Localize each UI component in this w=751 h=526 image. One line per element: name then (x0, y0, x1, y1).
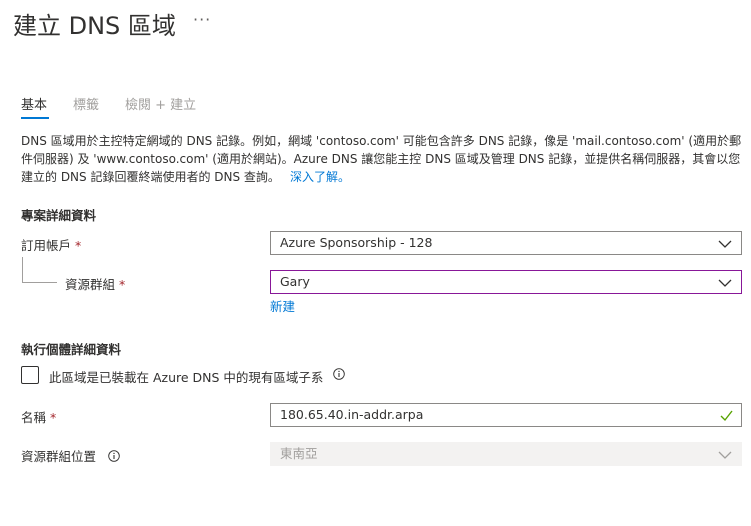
resource-group-dropdown[interactable]: Gary (270, 270, 742, 294)
location-dropdown: 東南亞 (270, 442, 742, 466)
description-text: DNS 區域用於主控特定網域的 DNS 記錄。例如，網域 'contoso.co… (21, 134, 742, 184)
name-input[interactable]: 180.65.40.in-addr.arpa (270, 403, 742, 427)
more-options-icon[interactable]: ··· (193, 10, 211, 29)
chevron-down-icon (718, 451, 732, 459)
create-new-resource-group-link[interactable]: 新建 (270, 296, 295, 315)
active-tab-indicator (21, 117, 49, 119)
subscription-label-text: 訂用帳戶 (21, 238, 72, 253)
location-label: 資源群組位置 (21, 446, 120, 465)
project-details-heading: 專案詳細資料 (21, 208, 97, 223)
learn-more-link[interactable]: 深入了解。 (290, 170, 350, 184)
child-zone-label: 此區域是已裝載在 Azure DNS 中的現有區域子系 (49, 370, 324, 385)
subscription-label: 訂用帳戶 * (21, 235, 81, 254)
location-value: 東南亞 (280, 446, 318, 461)
required-marker: * (75, 238, 82, 253)
required-marker: * (50, 410, 57, 425)
page-title: 建立 DNS 區域 (13, 12, 176, 40)
chevron-down-icon (718, 240, 732, 248)
name-label: 名稱 * (21, 407, 56, 426)
tab-basics[interactable]: 基本 (21, 94, 47, 113)
tab-tags[interactable]: 標籤 (73, 94, 99, 113)
name-input-value: 180.65.40.in-addr.arpa (280, 407, 424, 422)
name-label-text: 名稱 (21, 410, 47, 425)
description: DNS 區域用於主控特定網域的 DNS 記錄。例如，網域 'contoso.co… (21, 132, 743, 186)
subscription-dropdown[interactable]: Azure Sponsorship - 128 (270, 231, 742, 255)
required-marker: * (119, 277, 126, 292)
location-label-text: 資源群組位置 (21, 449, 97, 464)
chevron-down-icon (718, 279, 732, 287)
resource-group-value: Gary (280, 274, 310, 289)
subscription-value: Azure Sponsorship - 128 (280, 235, 433, 250)
info-icon[interactable] (108, 450, 120, 462)
resource-group-label-text: 資源群組 (65, 277, 116, 292)
child-zone-checkbox[interactable] (21, 366, 39, 384)
info-icon[interactable] (333, 368, 345, 380)
hierarchy-connector (22, 257, 57, 283)
tab-review-create[interactable]: 檢閱 + 建立 (125, 94, 196, 113)
checkmark-icon (720, 410, 733, 422)
resource-group-label: 資源群組 * (65, 274, 125, 293)
instance-details-heading: 執行個體詳細資料 (21, 342, 122, 357)
